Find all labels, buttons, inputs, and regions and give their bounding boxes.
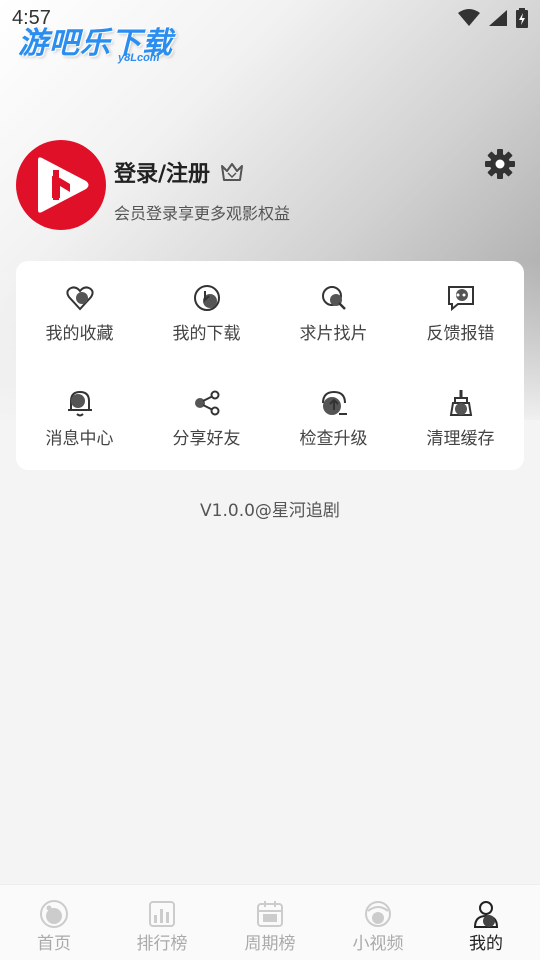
menu-item-favorites[interactable]: 我的收藏 <box>16 261 143 366</box>
menu-label: 分享好友 <box>172 428 241 449</box>
nav-label: 周期榜 <box>244 934 296 954</box>
status-icons <box>458 8 528 28</box>
watermark-subtitle: y8Lcom <box>118 52 160 64</box>
bottom-nav: 首页 排行榜 周期榜 小视频 我的 <box>0 884 540 960</box>
menu-label: 清理缓存 <box>426 428 495 449</box>
login-subtitle: 会员登录享更多观影权益 <box>114 204 291 223</box>
short-video-icon <box>365 901 391 927</box>
version-text: V1.0.0@星河追剧 <box>200 501 340 521</box>
nav-label: 小视频 <box>352 934 404 954</box>
menu-card: 我的收藏 我的下载 求片找片 反馈报错 消息中心 分享好友 检查升级 清理缓存 <box>16 261 524 470</box>
nav-item-home[interactable]: 首页 <box>0 885 108 960</box>
play-logo-icon <box>38 157 89 213</box>
nav-label: 首页 <box>37 934 71 954</box>
signal-icon <box>489 10 507 26</box>
nav-item-mine[interactable]: 我的 <box>432 885 540 960</box>
nav-item-weekly[interactable]: 周期榜 <box>216 885 324 960</box>
broom-icon <box>449 389 472 416</box>
profile-icon <box>473 901 499 928</box>
nav-item-short-video[interactable]: 小视频 <box>324 885 432 960</box>
share-icon <box>194 390 219 415</box>
menu-label: 求片找片 <box>299 324 368 344</box>
ranking-icon <box>149 901 175 927</box>
menu-label: 我的下载 <box>172 324 241 344</box>
home-icon <box>40 900 68 928</box>
nav-item-ranking[interactable]: 排行榜 <box>108 885 216 960</box>
heart-icon <box>65 286 94 311</box>
login-register-link[interactable]: 登录/注册 <box>114 156 244 188</box>
download-icon <box>193 285 220 311</box>
menu-item-downloads[interactable]: 我的下载 <box>143 261 270 366</box>
nav-label: 排行榜 <box>136 934 188 954</box>
feedback-icon <box>447 286 474 312</box>
watermark-logo: 游吧乐下载 y8Lcom <box>18 18 173 68</box>
profile-section: 登录/注册 会员登录享更多观影权益 <box>16 140 524 232</box>
battery-icon <box>516 8 528 28</box>
upgrade-icon <box>321 390 347 415</box>
menu-item-check-update[interactable]: 检查升级 <box>270 366 397 471</box>
calendar-icon <box>257 901 283 927</box>
menu-label: 反馈报错 <box>426 324 495 344</box>
avatar[interactable] <box>16 140 106 230</box>
menu-label: 检查升级 <box>299 428 368 449</box>
menu-item-feedback[interactable]: 反馈报错 <box>397 261 524 366</box>
menu-item-clear-cache[interactable]: 清理缓存 <box>397 366 524 471</box>
menu-label: 消息中心 <box>45 428 114 449</box>
nav-label: 我的 <box>469 934 503 954</box>
menu-item-request-film[interactable]: 求片找片 <box>270 261 397 366</box>
search-film-icon <box>321 286 346 310</box>
crown-icon <box>221 163 244 181</box>
gear-icon[interactable] <box>484 148 516 180</box>
menu-item-share[interactable]: 分享好友 <box>143 366 270 471</box>
bell-icon <box>67 390 92 416</box>
wifi-icon <box>458 9 480 26</box>
login-label: 登录/注册 <box>114 162 211 187</box>
menu-item-messages[interactable]: 消息中心 <box>16 366 143 471</box>
menu-label: 我的收藏 <box>45 324 114 344</box>
